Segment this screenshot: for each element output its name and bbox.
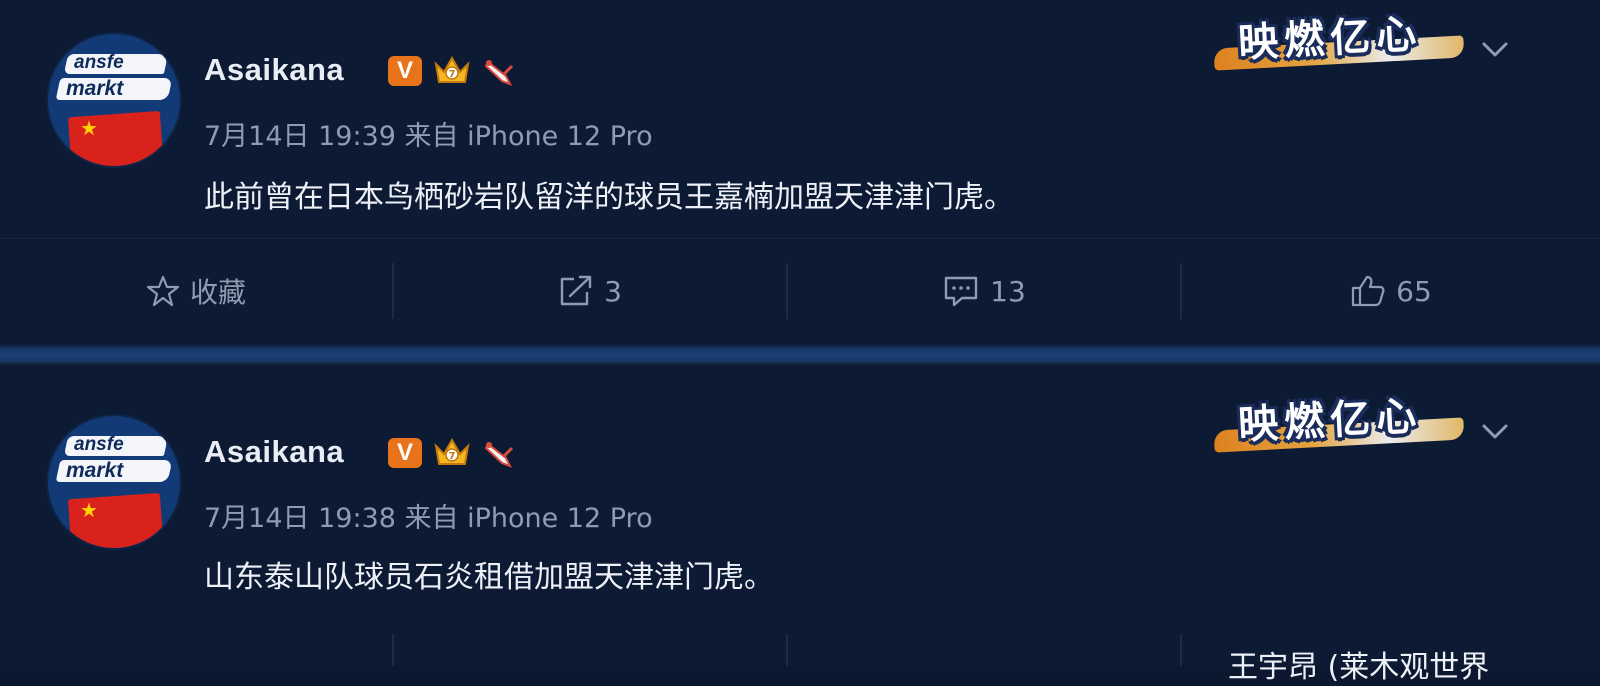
repost-button[interactable]: 3 — [394, 239, 786, 343]
repost-count: 3 — [604, 274, 622, 308]
post-meta: 7月14日 19:39 来自 iPhone 12 Pro — [204, 121, 653, 152]
decorative-sticker: 映燃亿心 — [1210, 4, 1475, 74]
chevron-down-icon[interactable] — [1478, 414, 1512, 448]
v-badge-icon[interactable]: V — [388, 438, 422, 468]
favorite-label: 收藏 — [189, 276, 246, 309]
action-bar: 收藏 3 13 65 — [0, 238, 1600, 343]
pen-icon[interactable] — [482, 54, 516, 88]
avatar-logo-text: ansfe — [74, 52, 124, 73]
avatar-logo-text: ansfe — [74, 434, 124, 455]
flag-star-icon: ★ — [80, 116, 98, 140]
pen-icon[interactable] — [482, 436, 516, 470]
divider — [786, 634, 788, 666]
post-content: 此前曾在日本鸟栖砂岩队留洋的球员王嘉楠加盟天津津门虎。 — [204, 180, 1014, 215]
post-meta: 7月14日 19:38 来自 iPhone 12 Pro — [204, 503, 653, 534]
comment-count: 13 — [990, 274, 1026, 308]
comment-icon — [944, 276, 978, 307]
thumbs-up-icon — [1352, 275, 1385, 307]
like-count: 65 — [1396, 274, 1432, 308]
divider — [392, 634, 394, 666]
decorative-sticker: 映燃亿心 — [1210, 386, 1475, 456]
weibo-post: ansfe markt ★ Asaikana V 7 7月14日 19:39 来… — [0, 0, 1600, 343]
repost-icon — [560, 275, 592, 306]
comment-button[interactable]: 13 — [788, 239, 1180, 343]
username[interactable]: Asaikana — [204, 434, 344, 470]
weibo-post: ansfe markt ★ Asaikana V 7 7月14日 19:38 来… — [0, 366, 1600, 666]
v-badge-icon[interactable]: V — [388, 56, 422, 86]
star-icon — [146, 275, 180, 307]
post-separator — [0, 343, 1600, 366]
favorite-button[interactable]: 收藏 — [0, 239, 392, 343]
svg-text:7: 7 — [449, 69, 456, 80]
avatar-logo-text: markt — [66, 77, 124, 100]
like-button[interactable]: 65 — [1182, 239, 1600, 343]
divider — [1180, 634, 1182, 666]
flag-star-icon: ★ — [80, 498, 98, 522]
sticker-text: 映燃亿心 — [1237, 393, 1424, 449]
crown-icon[interactable]: 7 — [432, 54, 472, 86]
sticker-text: 映燃亿心 — [1237, 11, 1424, 67]
post-content: 山东泰山队球员石炎租借加盟天津津门虎。 — [204, 560, 774, 595]
username[interactable]: Asaikana — [204, 52, 344, 88]
avatar-logo-text: markt — [66, 459, 124, 482]
user-avatar[interactable]: ansfe markt ★ — [48, 34, 180, 166]
svg-text:7: 7 — [449, 451, 456, 462]
crown-icon[interactable]: 7 — [432, 436, 472, 468]
user-avatar[interactable]: ansfe markt ★ — [48, 416, 180, 548]
chevron-down-icon[interactable] — [1478, 32, 1512, 66]
cut-off-caption: 王宇昂 (莱木观世界 — [1228, 650, 1490, 685]
